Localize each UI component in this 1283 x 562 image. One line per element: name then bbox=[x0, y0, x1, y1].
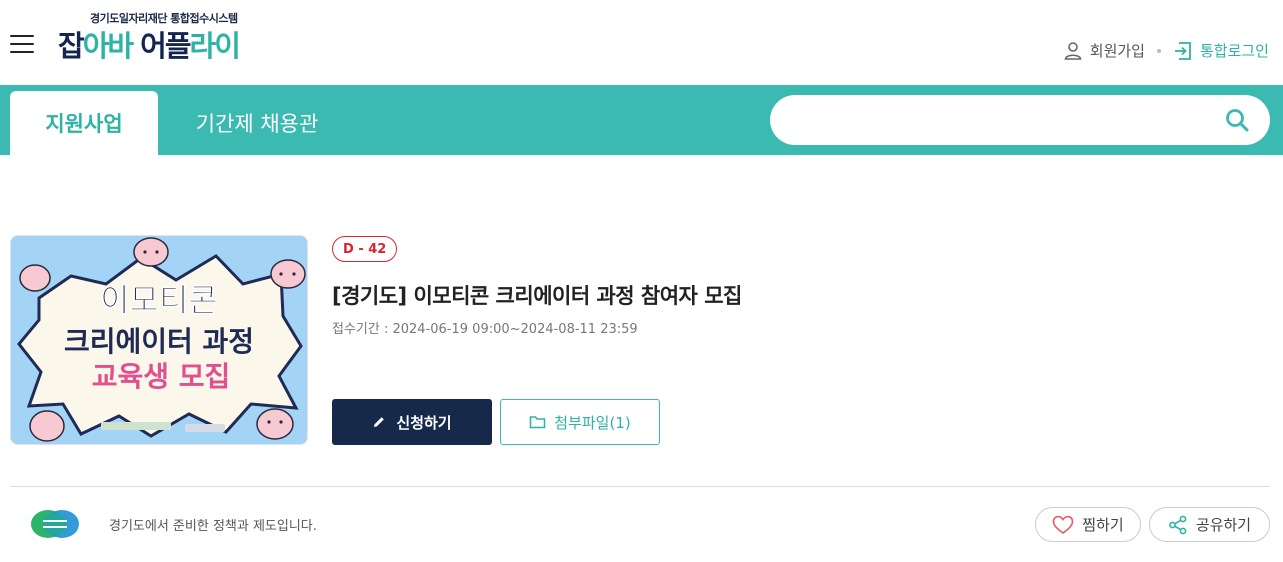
tab-support-programs[interactable]: 지원사업 bbox=[10, 91, 158, 155]
like-label: 찜하기 bbox=[1082, 516, 1124, 534]
logo-part: 잡 bbox=[58, 29, 85, 63]
user-icon bbox=[1064, 41, 1082, 60]
login-link[interactable]: 통합로그인 bbox=[1173, 40, 1269, 61]
apply-button[interactable]: 신청하기 bbox=[332, 399, 492, 445]
dday-badge: D - 42 bbox=[332, 236, 398, 262]
menu-icon[interactable] bbox=[10, 35, 34, 53]
program-thumbnail[interactable]: 이모티콘 크리에이터 과정 교육생 모집 bbox=[10, 235, 308, 445]
search-icon[interactable] bbox=[1224, 107, 1250, 133]
tab-temporary-jobs[interactable]: 기간제 채용관 bbox=[172, 91, 342, 155]
gyeonggi-logo-icon bbox=[31, 510, 79, 538]
share-button[interactable]: 공유하기 bbox=[1149, 507, 1270, 542]
site-header: 경기도일자리재단 통합접수시스템 잡아바 어플라이 회원가입 통합로그인 bbox=[0, 0, 1283, 85]
org-description: 경기도에서 준비한 정책과 제도입니다. bbox=[109, 519, 317, 534]
attachment-button[interactable]: 첨부파일(1) bbox=[500, 399, 660, 445]
logo-part: 어플 bbox=[132, 29, 191, 63]
logo-part: 아바 bbox=[82, 29, 134, 63]
separator-dot bbox=[1156, 48, 1161, 53]
login-icon bbox=[1174, 41, 1191, 60]
pencil-icon bbox=[374, 417, 385, 427]
share-icon bbox=[1168, 515, 1187, 534]
section-divider bbox=[10, 486, 1270, 487]
application-period: 접수기간 : 2024-06-19 09:00~2024-08-11 23:59 bbox=[332, 322, 638, 337]
thumbnail-line-3: 교육생 모집 bbox=[92, 360, 231, 393]
folder-icon bbox=[530, 416, 546, 429]
program-title: [경기도] 이모티콘 크리에이터 과정 참여자 모집 bbox=[332, 284, 742, 308]
site-logo[interactable]: 경기도일자리재단 통합접수시스템 잡아바 어플라이 bbox=[58, 10, 241, 63]
like-button[interactable]: 찜하기 bbox=[1035, 507, 1141, 542]
search-box bbox=[770, 95, 1270, 145]
apply-label: 신청하기 bbox=[396, 413, 452, 432]
thumbnail-illustration: 이모티콘 크리에이터 과정 교육생 모집 bbox=[11, 236, 307, 444]
auth-links: 회원가입 통합로그인 bbox=[1063, 40, 1269, 61]
logo-subtitle: 경기도일자리재단 통합접수시스템 bbox=[90, 12, 238, 25]
attachment-label: 첨부파일(1) bbox=[554, 413, 631, 432]
join-link[interactable]: 회원가입 bbox=[1063, 40, 1145, 61]
login-label: 통합로그인 bbox=[1199, 42, 1269, 60]
main-nav: 지원사업 기간제 채용관 bbox=[0, 85, 1283, 155]
thumbnail-line-2: 크리에이터 과정 bbox=[64, 325, 254, 358]
share-label: 공유하기 bbox=[1195, 516, 1252, 534]
thumbnail-line-1: 이모티콘 bbox=[100, 281, 218, 319]
heart-icon bbox=[1052, 515, 1074, 534]
logo-wordmark: 잡아바 어플라이 bbox=[58, 29, 241, 63]
search-input[interactable] bbox=[792, 105, 1212, 135]
join-label: 회원가입 bbox=[1089, 42, 1145, 60]
logo-part: 라이 bbox=[189, 29, 241, 63]
